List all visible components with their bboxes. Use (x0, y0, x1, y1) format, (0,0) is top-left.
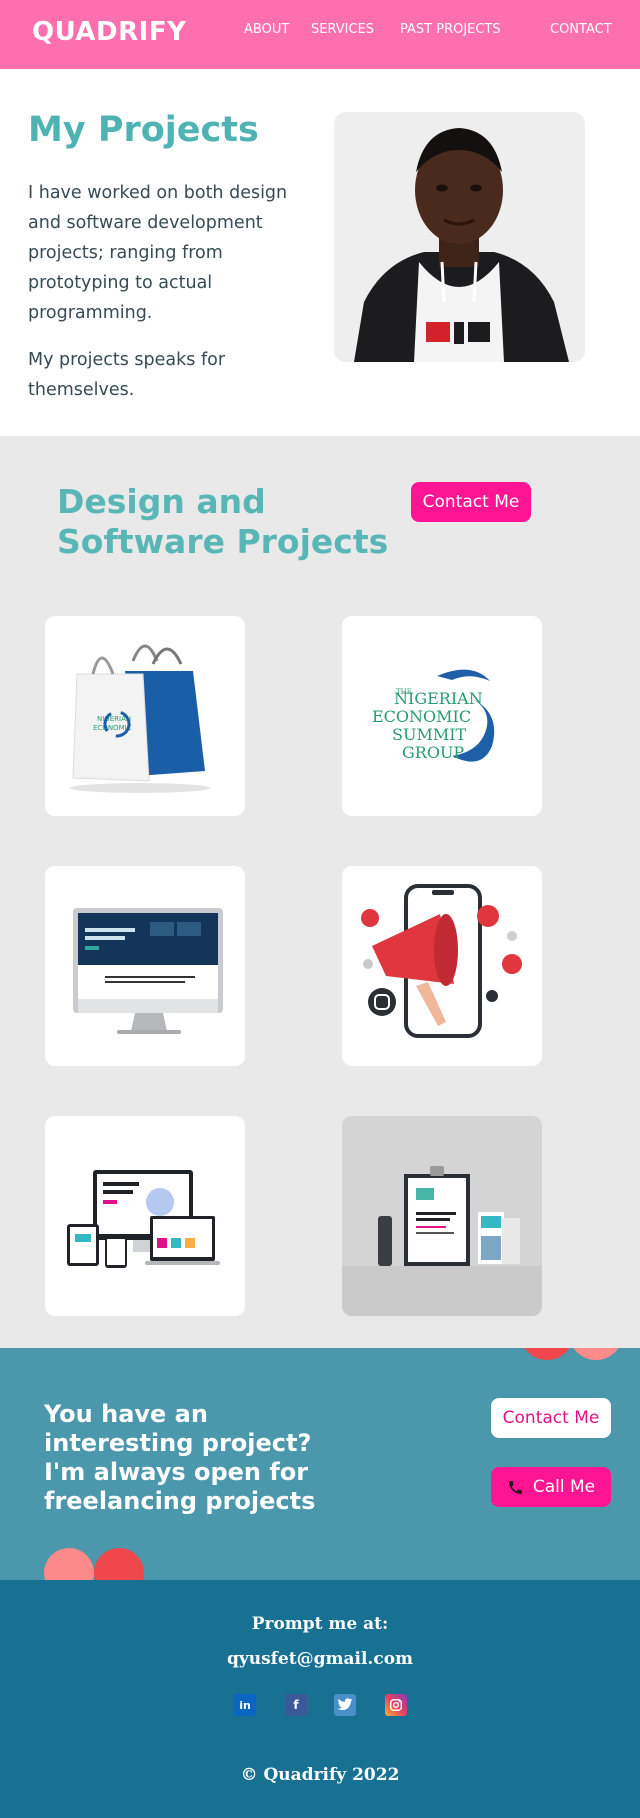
megaphone-social-image (361, 884, 522, 1038)
freelance-cta-section: You have an interesting project? I'm alw… (0, 1348, 640, 1580)
site-logo[interactable]: QUADRIFY (32, 17, 186, 47)
decor-circle (94, 1548, 144, 1580)
nesg-line4: GROUP (402, 743, 464, 762)
nav-link-about[interactable]: ABOUT (244, 22, 289, 37)
profile-photo (334, 112, 585, 362)
nesg-line1: NIGERIAN (394, 689, 483, 708)
site-header: QUADRIFY ABOUT SERVICES PAST PROJECTS CO… (0, 0, 640, 69)
shopping-bags-image: NIGERIAN ECONOMIC (70, 644, 210, 793)
page-title: My Projects (28, 110, 259, 150)
poster-mockup-image (342, 1166, 542, 1316)
instagram-icon[interactable] (385, 1694, 407, 1716)
imac-mockup-image (73, 908, 223, 1034)
decor-circle (569, 1348, 623, 1360)
nesg-line2: ECONOMIC (372, 707, 471, 726)
footer-prompt: Prompt me at: (251, 1614, 389, 1634)
call-me-button[interactable]: Call Me (491, 1467, 611, 1507)
cta-heading: You have an interesting project? I'm alw… (44, 1400, 316, 1515)
project-card-social-media[interactable] (342, 866, 542, 1066)
linkedin-icon[interactable]: in (234, 1694, 256, 1716)
hero-tagline-text: My projects speaks for themselves. (28, 350, 226, 400)
nesg-logo-image: THE NIGERIAN ECONOMIC SUMMIT GROUP (372, 669, 495, 762)
nav-link-services[interactable]: SERVICES (311, 22, 374, 37)
project-card-website-mockup[interactable] (45, 866, 245, 1066)
site-footer: Prompt me at: qyusfet@gmail.com in f © Q… (0, 1580, 640, 1818)
project-card-nesg-logo[interactable]: THE NIGERIAN ECONOMIC SUMMIT GROUP (342, 616, 542, 816)
project-card-bags[interactable]: NIGERIAN ECONOMIC (45, 616, 245, 816)
hero-intro-text: I have worked on both design and softwar… (28, 183, 288, 323)
facebook-icon[interactable]: f (285, 1694, 307, 1716)
project-card-responsive[interactable] (45, 1116, 245, 1316)
twitter-icon[interactable] (334, 1694, 356, 1716)
contact-me-button[interactable]: Contact Me (411, 482, 531, 522)
project-card-poster[interactable] (342, 1116, 542, 1316)
footer-copyright: © Quadrify 2022 (240, 1765, 400, 1785)
footer-email-link[interactable]: qyusfet@gmail.com (0, 1649, 640, 1669)
projects-heading: Design and Software Projects (57, 482, 389, 561)
decor-circle (44, 1548, 94, 1580)
phone-icon (507, 1479, 524, 1496)
nav-link-past-projects[interactable]: PAST PROJECTS (400, 22, 501, 37)
nesg-line3: SUMMIT (392, 725, 467, 744)
decor-circle (520, 1348, 574, 1360)
nav-link-contact[interactable]: CONTACT (550, 22, 612, 37)
call-me-label: Call Me (532, 1477, 596, 1497)
responsive-devices-image (67, 1170, 220, 1268)
cta-contact-me-button[interactable]: Contact Me (491, 1398, 611, 1438)
projects-section: Design and Software Projects Contact Me … (0, 436, 640, 1348)
